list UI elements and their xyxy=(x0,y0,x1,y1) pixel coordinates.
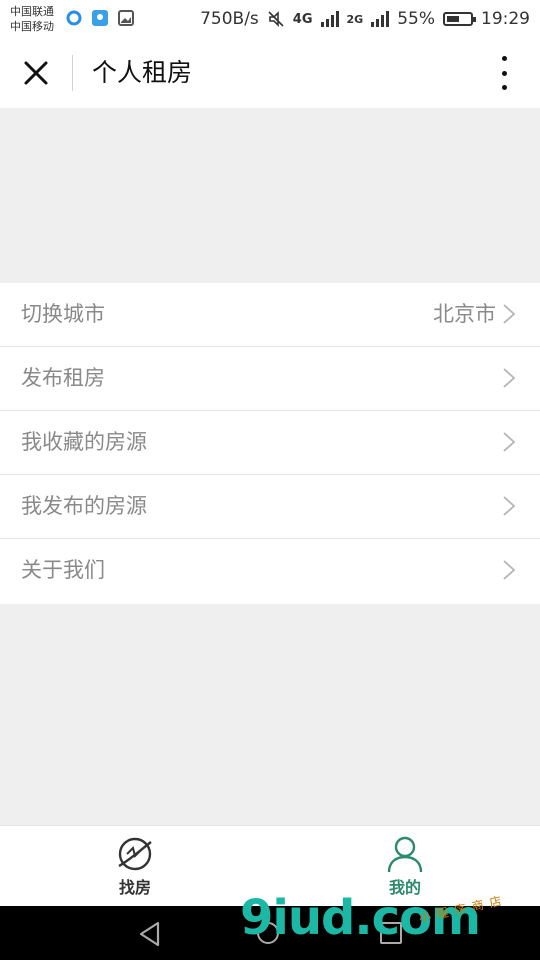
menu-item-label: 切换城市 xyxy=(21,302,105,326)
clock: 19:29 xyxy=(481,9,530,29)
chevron-right-icon xyxy=(503,560,516,580)
network-type-2: 2G xyxy=(346,12,364,26)
signal-icon-2 xyxy=(371,11,390,27)
tab-label: 找房 xyxy=(118,878,151,897)
menu-item-publish-rental[interactable]: 发布租房 xyxy=(0,347,540,411)
menu-item-label: 发布租房 xyxy=(21,366,105,390)
network-speed: 750B/s xyxy=(200,9,259,29)
browser-icon xyxy=(66,10,82,26)
network-type-1: 4G xyxy=(292,11,313,27)
page-title: 个人租房 xyxy=(92,58,193,87)
menu-item-switch-city[interactable]: 切换城市 北京市 xyxy=(0,283,540,347)
chevron-right-icon xyxy=(503,496,516,516)
gallery-icon xyxy=(118,10,134,26)
planet-icon xyxy=(118,837,152,871)
carrier-1: 中国联通 xyxy=(10,5,54,18)
status-bar: 中国联通 中国移动 750B/s 4G 2G 55% 19:29 xyxy=(0,0,540,38)
title-divider xyxy=(72,55,73,91)
chevron-right-icon xyxy=(503,432,516,452)
tab-find-house[interactable]: 找房 xyxy=(0,826,270,907)
location-app-icon xyxy=(92,10,108,26)
menu-item-my-listings[interactable]: 我发布的房源 xyxy=(0,475,540,539)
menu-item-label: 关于我们 xyxy=(21,558,105,582)
signal-icon xyxy=(320,11,339,27)
back-icon[interactable] xyxy=(136,920,164,948)
menu-item-about-us[interactable]: 关于我们 xyxy=(0,539,540,604)
battery-percent: 55% xyxy=(397,9,435,29)
status-right: 750B/s 4G 2G 55% 19:29 xyxy=(200,8,530,30)
menu-item-favorites[interactable]: 我收藏的房源 xyxy=(0,411,540,475)
menu-item-label: 我收藏的房源 xyxy=(21,430,147,454)
menu-item-label: 我发布的房源 xyxy=(21,494,147,518)
dot-icon xyxy=(501,70,507,76)
title-bar: 个人租房 xyxy=(0,38,540,108)
more-options-button[interactable] xyxy=(492,56,516,90)
current-city: 北京市 xyxy=(433,302,496,326)
chevron-right-icon xyxy=(503,368,516,388)
banner-area xyxy=(0,108,540,283)
carrier-2: 中国移动 xyxy=(10,20,54,33)
dot-icon xyxy=(501,56,507,61)
carrier-labels: 中国联通 中国移动 xyxy=(10,4,54,34)
settings-menu: 切换城市 北京市 发布租房 我收藏的房源 我发布的房源 关于我们 xyxy=(0,283,540,604)
person-icon xyxy=(387,836,423,873)
dot-icon xyxy=(501,85,507,90)
close-icon[interactable] xyxy=(18,55,54,91)
chevron-right-icon xyxy=(503,304,516,324)
battery-icon xyxy=(443,12,476,26)
mute-icon xyxy=(268,11,284,27)
